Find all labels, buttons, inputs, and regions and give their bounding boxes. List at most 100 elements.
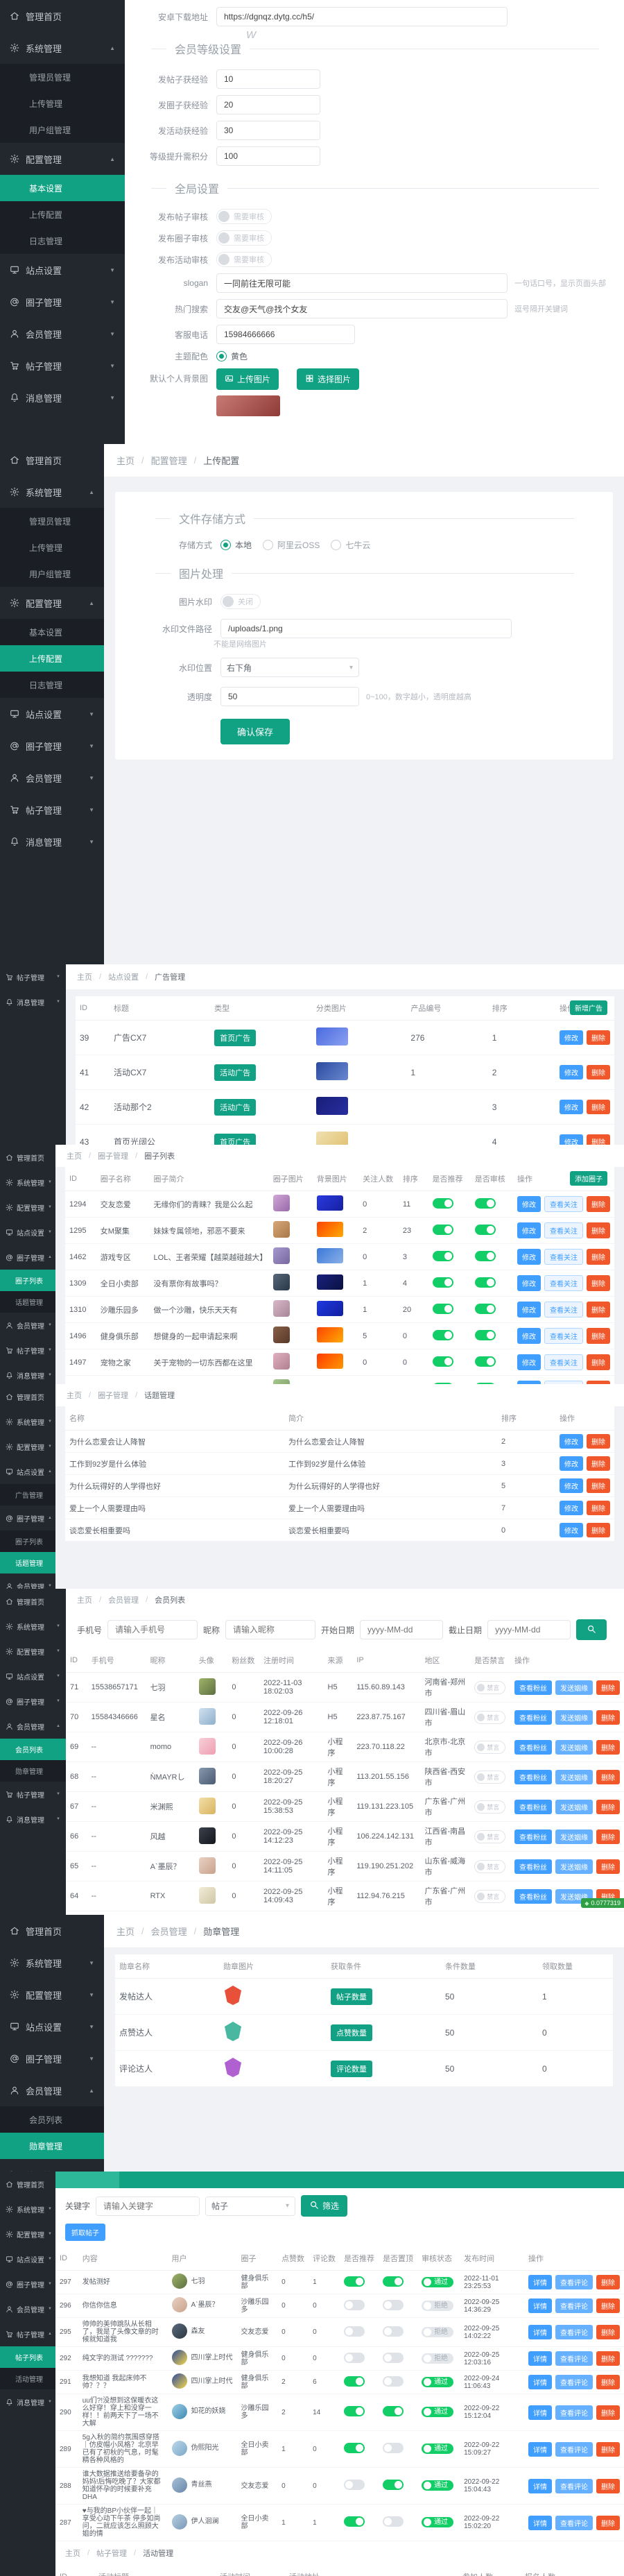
- sidebar-item[interactable]: 站点设置 ▼: [0, 1220, 55, 1245]
- sidebar-item[interactable]: 圈子管理 ▼: [0, 1689, 66, 1714]
- view-comments-button[interactable]: 查看评论: [555, 2351, 593, 2366]
- sidebar-item[interactable]: 会员管理 ▲: [0, 1714, 66, 1739]
- sidebar-item[interactable]: 配置管理 ▲: [0, 587, 104, 619]
- toggle[interactable]: [432, 1356, 453, 1367]
- detail-button[interactable]: 详情: [528, 2405, 552, 2420]
- delete-button[interactable]: 删除: [587, 1196, 610, 1212]
- ban-toggle[interactable]: 禁言: [474, 1770, 506, 1784]
- sidebar-item[interactable]: 消息管理 ▼: [0, 989, 66, 1014]
- sidebar-item[interactable]: 上传配置: [0, 645, 104, 672]
- ban-toggle[interactable]: 禁言: [474, 1829, 506, 1843]
- sidebar-item[interactable]: 会员管理 ▲: [0, 2074, 104, 2106]
- theme-yellow-radio[interactable]: [216, 351, 227, 361]
- android-download-url-input[interactable]: [216, 7, 508, 26]
- edit-button[interactable]: 修改: [517, 1222, 541, 1238]
- view-comments-button[interactable]: 查看评论: [555, 2325, 593, 2339]
- sidebar-item[interactable]: 活动管理: [0, 2368, 55, 2389]
- edit-button[interactable]: 修改: [560, 1065, 583, 1080]
- breadcrumb-item[interactable]: 圈子管理: [98, 1150, 128, 1161]
- sidebar-item[interactable]: 帖子列表: [0, 2346, 55, 2368]
- sidebar-item[interactable]: 会员列表: [0, 2106, 104, 2133]
- view-fans-button[interactable]: 查看粉丝: [514, 1739, 552, 1755]
- detail-button[interactable]: 详情: [528, 2275, 552, 2289]
- sidebar-item[interactable]: 圈子列表: [0, 1530, 55, 1552]
- breadcrumb-item[interactable]: 主页: [65, 2548, 80, 2559]
- detail-button[interactable]: 详情: [528, 2325, 552, 2339]
- toggle[interactable]: [474, 1356, 496, 1367]
- toggle[interactable]: [383, 2480, 404, 2490]
- sidebar-item[interactable]: 消息管理 ▼: [0, 2389, 55, 2414]
- sidebar-item[interactable]: 站点设置 ▼: [0, 698, 104, 730]
- slogan-input[interactable]: [216, 273, 508, 293]
- sidebar-item[interactable]: 系统管理 ▲: [0, 32, 125, 64]
- sidebar-item[interactable]: 配置管理 ▼: [0, 2221, 55, 2246]
- view-follows-button[interactable]: 查看关注: [544, 1249, 583, 1265]
- send-match-button[interactable]: 发送姻缘: [555, 1799, 593, 1814]
- edit-button[interactable]: 修改: [560, 1100, 583, 1114]
- delete-button[interactable]: 删除: [587, 1501, 610, 1515]
- level-points-input[interactable]: [216, 146, 320, 166]
- detail-button[interactable]: 详情: [528, 2478, 552, 2493]
- add-ad-button[interactable]: 新增广告: [570, 1000, 607, 1015]
- phone-filter-input[interactable]: [107, 1620, 198, 1639]
- sidebar-item[interactable]: 管理首页: [0, 2172, 55, 2197]
- toggle[interactable]: [474, 1224, 496, 1235]
- sidebar-item[interactable]: 站点设置 ▲: [0, 1459, 55, 1484]
- breadcrumb-item[interactable]: 主页: [67, 1390, 82, 1401]
- sidebar-item[interactable]: 圈子管理 ▼: [0, 2271, 55, 2296]
- sidebar-item[interactable]: 系统管理 ▼: [0, 1170, 55, 1195]
- sidebar-item[interactable]: 会员管理 ▼: [0, 1573, 55, 1589]
- sidebar-item[interactable]: 消息管理 ▼: [0, 382, 125, 413]
- sidebar-item[interactable]: 圈子管理 ▼: [0, 286, 125, 318]
- sidebar-item[interactable]: 话题管理: [0, 1552, 55, 1573]
- send-match-button[interactable]: 发送姻缘: [555, 1829, 593, 1844]
- detail-button[interactable]: 详情: [528, 2441, 552, 2457]
- opacity-input[interactable]: [220, 687, 359, 706]
- sidebar-item[interactable]: 站点设置 ▼: [0, 1664, 66, 1689]
- sidebar-item[interactable]: 帖子管理▼: [0, 964, 66, 989]
- delete-button[interactable]: 删除: [596, 1829, 620, 1844]
- sidebar-item[interactable]: 管理员管理: [0, 508, 104, 534]
- edit-button[interactable]: 修改: [560, 1456, 583, 1471]
- breadcrumb-item[interactable]: 圈子管理: [98, 1390, 128, 1401]
- service-phone-input[interactable]: [216, 325, 355, 344]
- send-match-button[interactable]: 发送姻缘: [555, 1769, 593, 1784]
- toggle[interactable]: [344, 2326, 365, 2337]
- view-fans-button[interactable]: 查看粉丝: [514, 1709, 552, 1725]
- post-type-select[interactable]: 帖子 ▾: [205, 2196, 296, 2216]
- delete-button[interactable]: 删除: [596, 1709, 620, 1725]
- view-comments-button[interactable]: 查看评论: [555, 2441, 593, 2457]
- delete-button[interactable]: 删除: [587, 1222, 610, 1238]
- delete-button[interactable]: 删除: [587, 1134, 610, 1145]
- toggle[interactable]: [344, 2443, 365, 2453]
- delete-button[interactable]: 删除: [596, 2325, 620, 2339]
- sidebar-item[interactable]: 配置管理 ▼: [0, 1195, 55, 1220]
- breadcrumb-item[interactable]: 配置管理: [151, 454, 187, 467]
- view-follows-button[interactable]: 查看关注: [544, 1302, 583, 1317]
- sidebar-item[interactable]: 帖子管理▼: [0, 794, 104, 826]
- toggle[interactable]: [383, 2299, 404, 2310]
- breadcrumb-item[interactable]: 主页: [67, 1150, 82, 1161]
- view-fans-button[interactable]: 查看粉丝: [514, 1769, 552, 1784]
- audit-circle-toggle[interactable]: 需要审核: [216, 230, 272, 246]
- sidebar-item[interactable]: 系统管理 ▲: [0, 476, 104, 508]
- storage-oss-radio[interactable]: [263, 540, 274, 550]
- view-follows-button[interactable]: 查看关注: [544, 1222, 583, 1238]
- toggle[interactable]: [432, 1224, 453, 1235]
- watermark-position-select[interactable]: 右下角 ▾: [220, 658, 359, 677]
- toggle[interactable]: [432, 1303, 453, 1314]
- breadcrumb-item[interactable]: 站点设置: [108, 971, 139, 982]
- sidebar-item[interactable]: 帖子管理 ▲: [0, 2321, 55, 2346]
- detail-button[interactable]: 详情: [528, 2351, 552, 2366]
- delete-button[interactable]: 删除: [596, 2405, 620, 2420]
- delete-button[interactable]: 删除: [596, 1799, 620, 1814]
- view-comments-button[interactable]: 查看评论: [555, 2478, 593, 2493]
- delete-button[interactable]: 删除: [587, 1030, 610, 1045]
- sidebar-item[interactable]: 站点设置 ▼: [0, 254, 125, 286]
- delete-button[interactable]: 删除: [587, 1328, 610, 1344]
- upload-image-button[interactable]: 上传图片: [216, 368, 279, 390]
- delete-button[interactable]: 删除: [587, 1478, 610, 1493]
- choose-image-button[interactable]: 选择图片: [297, 368, 360, 390]
- delete-button[interactable]: 删除: [596, 1680, 620, 1695]
- sidebar-item[interactable]: 配置管理 ▲: [0, 143, 125, 175]
